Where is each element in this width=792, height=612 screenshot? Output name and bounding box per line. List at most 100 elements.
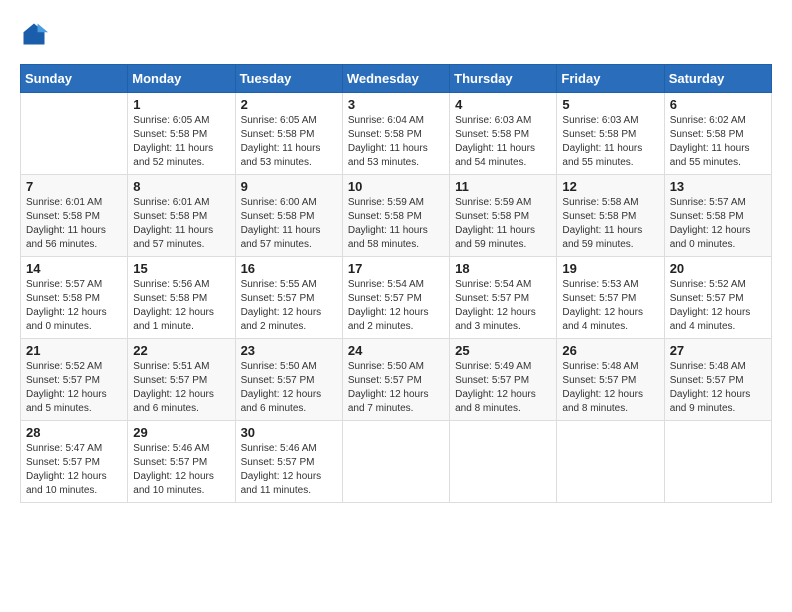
day-number: 3: [348, 97, 444, 112]
calendar-week-4: 28 Sunrise: 5:47 AM Sunset: 5:57 PM Dayli…: [21, 421, 772, 503]
day-number: 2: [241, 97, 337, 112]
day-info: Sunrise: 5:52 AM Sunset: 5:57 PM Dayligh…: [26, 360, 122, 416]
calendar-cell: 19 Sunrise: 5:53 AM Sunset: 5:57 PM Dayli…: [557, 257, 664, 339]
day-info: Sunrise: 5:57 AM Sunset: 5:58 PM Dayligh…: [670, 196, 766, 252]
calendar-cell: 12 Sunrise: 5:58 AM Sunset: 5:58 PM Dayli…: [557, 175, 664, 257]
day-number: 21: [26, 343, 122, 358]
calendar-week-2: 14 Sunrise: 5:57 AM Sunset: 5:58 PM Dayli…: [21, 257, 772, 339]
calendar-header-saturday: Saturday: [664, 65, 771, 93]
calendar-cell: 10 Sunrise: 5:59 AM Sunset: 5:58 PM Dayli…: [342, 175, 449, 257]
day-info: Sunrise: 5:56 AM Sunset: 5:58 PM Dayligh…: [133, 278, 229, 334]
day-number: 23: [241, 343, 337, 358]
day-number: 22: [133, 343, 229, 358]
day-info: Sunrise: 5:46 AM Sunset: 5:57 PM Dayligh…: [133, 442, 229, 498]
day-number: 17: [348, 261, 444, 276]
day-info: Sunrise: 6:01 AM Sunset: 5:58 PM Dayligh…: [133, 196, 229, 252]
calendar-cell: 24Sunrise: 5:50 AM Sunset: 5:57 PM Dayli…: [342, 339, 449, 421]
day-info: Sunrise: 6:04 AM Sunset: 5:58 PM Dayligh…: [348, 114, 444, 170]
day-info: Sunrise: 6:03 AM Sunset: 5:58 PM Dayligh…: [455, 114, 551, 170]
calendar-header-wednesday: Wednesday: [342, 65, 449, 93]
calendar-cell: 18 Sunrise: 5:54 AM Sunset: 5:57 PM Dayli…: [450, 257, 557, 339]
calendar-table: SundayMondayTuesdayWednesdayThursdayFrid…: [20, 64, 772, 503]
calendar-week-3: 21 Sunrise: 5:52 AM Sunset: 5:57 PM Dayli…: [21, 339, 772, 421]
calendar-week-0: 1 Sunrise: 6:05 AM Sunset: 5:58 PM Daylig…: [21, 93, 772, 175]
logo: [20, 20, 52, 48]
calendar-header-row: SundayMondayTuesdayWednesdayThursdayFrid…: [21, 65, 772, 93]
day-info: Sunrise: 6:02 AM Sunset: 5:58 PM Dayligh…: [670, 114, 766, 170]
calendar-cell: 26 Sunrise: 5:48 AM Sunset: 5:57 PM Dayli…: [557, 339, 664, 421]
calendar-cell: 3 Sunrise: 6:04 AM Sunset: 5:58 PM Daylig…: [342, 93, 449, 175]
logo-icon: [20, 20, 48, 48]
day-info: Sunrise: 5:48 AM Sunset: 5:57 PM Dayligh…: [562, 360, 658, 416]
day-number: 20: [670, 261, 766, 276]
calendar-cell: [450, 421, 557, 503]
day-info: Sunrise: 5:54 AM Sunset: 5:57 PM Dayligh…: [455, 278, 551, 334]
calendar-cell: 22 Sunrise: 5:51 AM Sunset: 5:57 PM Dayli…: [128, 339, 235, 421]
calendar-cell: [342, 421, 449, 503]
calendar-header-monday: Monday: [128, 65, 235, 93]
day-number: 16: [241, 261, 337, 276]
day-info: Sunrise: 5:50 AM Sunset: 5:57 PM Dayligh…: [348, 360, 444, 416]
calendar-cell: 5 Sunrise: 6:03 AM Sunset: 5:58 PM Daylig…: [557, 93, 664, 175]
day-number: 10: [348, 179, 444, 194]
calendar-cell: 11 Sunrise: 5:59 AM Sunset: 5:58 PM Dayli…: [450, 175, 557, 257]
day-number: 6: [670, 97, 766, 112]
day-info: Sunrise: 5:47 AM Sunset: 5:57 PM Dayligh…: [26, 442, 122, 498]
calendar-cell: 21 Sunrise: 5:52 AM Sunset: 5:57 PM Dayli…: [21, 339, 128, 421]
day-info: Sunrise: 5:57 AM Sunset: 5:58 PM Dayligh…: [26, 278, 122, 334]
day-info: Sunrise: 6:00 AM Sunset: 5:58 PM Dayligh…: [241, 196, 337, 252]
calendar-header-tuesday: Tuesday: [235, 65, 342, 93]
day-number: 28: [26, 425, 122, 440]
day-info: Sunrise: 5:53 AM Sunset: 5:57 PM Dayligh…: [562, 278, 658, 334]
day-number: 11: [455, 179, 551, 194]
calendar-header-friday: Friday: [557, 65, 664, 93]
day-info: Sunrise: 5:51 AM Sunset: 5:57 PM Dayligh…: [133, 360, 229, 416]
calendar-cell: 9 Sunrise: 6:00 AM Sunset: 5:58 PM Daylig…: [235, 175, 342, 257]
day-info: Sunrise: 5:55 AM Sunset: 5:57 PM Dayligh…: [241, 278, 337, 334]
day-number: 27: [670, 343, 766, 358]
day-info: Sunrise: 5:52 AM Sunset: 5:57 PM Dayligh…: [670, 278, 766, 334]
calendar-cell: 8 Sunrise: 6:01 AM Sunset: 5:58 PM Daylig…: [128, 175, 235, 257]
calendar-cell: 14 Sunrise: 5:57 AM Sunset: 5:58 PM Dayli…: [21, 257, 128, 339]
calendar-cell: 20 Sunrise: 5:52 AM Sunset: 5:57 PM Dayli…: [664, 257, 771, 339]
day-number: 26: [562, 343, 658, 358]
day-number: 30: [241, 425, 337, 440]
day-number: 5: [562, 97, 658, 112]
calendar-cell: 30Sunrise: 5:46 AM Sunset: 5:57 PM Dayli…: [235, 421, 342, 503]
calendar-header-thursday: Thursday: [450, 65, 557, 93]
day-number: 12: [562, 179, 658, 194]
day-info: Sunrise: 6:01 AM Sunset: 5:58 PM Dayligh…: [26, 196, 122, 252]
day-info: Sunrise: 5:49 AM Sunset: 5:57 PM Dayligh…: [455, 360, 551, 416]
calendar-cell: 17 Sunrise: 5:54 AM Sunset: 5:57 PM Dayli…: [342, 257, 449, 339]
day-number: 4: [455, 97, 551, 112]
calendar-cell: 27Sunrise: 5:48 AM Sunset: 5:57 PM Dayli…: [664, 339, 771, 421]
day-number: 8: [133, 179, 229, 194]
day-info: Sunrise: 6:05 AM Sunset: 5:58 PM Dayligh…: [133, 114, 229, 170]
calendar-cell: [21, 93, 128, 175]
day-info: Sunrise: 6:03 AM Sunset: 5:58 PM Dayligh…: [562, 114, 658, 170]
calendar-cell: 2 Sunrise: 6:05 AM Sunset: 5:58 PM Daylig…: [235, 93, 342, 175]
day-number: 13: [670, 179, 766, 194]
calendar-cell: 6 Sunrise: 6:02 AM Sunset: 5:58 PM Daylig…: [664, 93, 771, 175]
day-number: 1: [133, 97, 229, 112]
day-info: Sunrise: 6:05 AM Sunset: 5:58 PM Dayligh…: [241, 114, 337, 170]
day-info: Sunrise: 5:54 AM Sunset: 5:57 PM Dayligh…: [348, 278, 444, 334]
calendar-cell: 23Sunrise: 5:50 AM Sunset: 5:57 PM Dayli…: [235, 339, 342, 421]
calendar-cell: 16 Sunrise: 5:55 AM Sunset: 5:57 PM Dayli…: [235, 257, 342, 339]
calendar-cell: 7Sunrise: 6:01 AM Sunset: 5:58 PM Daylig…: [21, 175, 128, 257]
day-number: 14: [26, 261, 122, 276]
day-number: 19: [562, 261, 658, 276]
day-info: Sunrise: 5:58 AM Sunset: 5:58 PM Dayligh…: [562, 196, 658, 252]
calendar-cell: 1 Sunrise: 6:05 AM Sunset: 5:58 PM Daylig…: [128, 93, 235, 175]
day-number: 15: [133, 261, 229, 276]
calendar-cell: 15 Sunrise: 5:56 AM Sunset: 5:58 PM Dayli…: [128, 257, 235, 339]
calendar-header-sunday: Sunday: [21, 65, 128, 93]
day-number: 18: [455, 261, 551, 276]
calendar-week-1: 7Sunrise: 6:01 AM Sunset: 5:58 PM Daylig…: [21, 175, 772, 257]
day-info: Sunrise: 5:59 AM Sunset: 5:58 PM Dayligh…: [348, 196, 444, 252]
day-number: 9: [241, 179, 337, 194]
calendar-cell: 25Sunrise: 5:49 AM Sunset: 5:57 PM Dayli…: [450, 339, 557, 421]
calendar-cell: 29Sunrise: 5:46 AM Sunset: 5:57 PM Dayli…: [128, 421, 235, 503]
calendar-cell: [664, 421, 771, 503]
day-info: Sunrise: 5:59 AM Sunset: 5:58 PM Dayligh…: [455, 196, 551, 252]
